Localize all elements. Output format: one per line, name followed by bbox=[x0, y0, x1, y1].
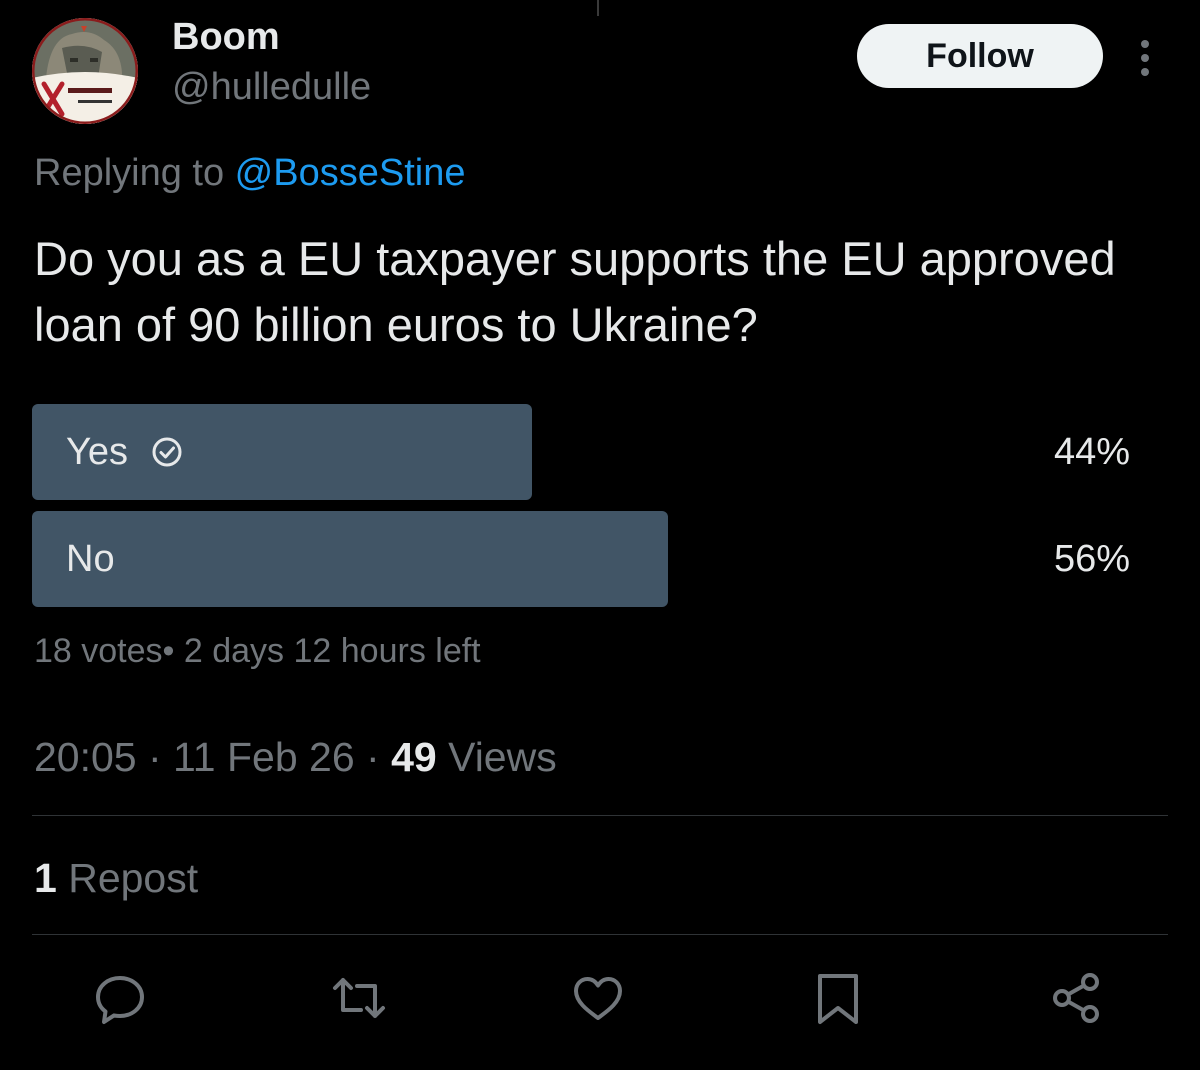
poll-bar-no bbox=[32, 511, 668, 607]
avatar[interactable] bbox=[32, 18, 138, 124]
avatar-image bbox=[32, 18, 138, 124]
repost-count: 1 bbox=[34, 855, 57, 901]
top-divider-tick bbox=[597, 0, 599, 16]
reply-icon bbox=[96, 976, 144, 1024]
replying-prefix: Replying to bbox=[34, 152, 235, 194]
separator-dot: · bbox=[354, 734, 392, 780]
views-label: Views bbox=[436, 734, 557, 780]
check-circle-icon bbox=[152, 437, 182, 467]
poll-meta: 18 votes• 2 days 12 hours left bbox=[34, 632, 481, 670]
repost-label: Repost bbox=[56, 855, 199, 901]
tweet-time[interactable]: 20:05 bbox=[34, 734, 137, 780]
retweet-button[interactable] bbox=[331, 970, 387, 1026]
tweet-date[interactable]: 11 Feb 26 bbox=[173, 734, 355, 780]
poll-option-label: Yes bbox=[66, 431, 128, 473]
share-icon bbox=[1053, 973, 1099, 1023]
repost-count-link[interactable]: 1 Repost bbox=[34, 855, 198, 902]
poll-percent: 44% bbox=[1053, 431, 1130, 473]
separator-dot: · bbox=[136, 734, 174, 780]
poll-percent: 56% bbox=[1053, 538, 1130, 580]
reply-mention-link[interactable]: @BosseStine bbox=[235, 152, 466, 194]
bookmark-button[interactable] bbox=[810, 970, 866, 1026]
reply-button[interactable] bbox=[92, 970, 148, 1026]
user-handle[interactable]: @hulledulle bbox=[172, 66, 371, 109]
retweet-icon bbox=[333, 978, 385, 1018]
bookmark-icon bbox=[818, 974, 858, 1024]
follow-button[interactable]: Follow bbox=[857, 24, 1103, 88]
divider bbox=[32, 934, 1168, 935]
poll-option-yes: Yes 44% bbox=[32, 404, 1168, 500]
tweet-timestamp: 20:05 · 11 Feb 26 · 49 Views bbox=[34, 734, 557, 781]
like-icon bbox=[574, 977, 622, 1020]
more-vertical-icon[interactable] bbox=[1132, 38, 1158, 78]
divider bbox=[32, 815, 1168, 816]
tweet-header: Boom @hulledulle Follow bbox=[32, 16, 1168, 128]
views-count: 49 bbox=[391, 734, 437, 780]
share-button[interactable] bbox=[1048, 970, 1104, 1026]
poll-option-no: No 56% bbox=[32, 511, 1168, 607]
replying-to-line: Replying to @BosseStine bbox=[34, 152, 465, 195]
display-name[interactable]: Boom bbox=[172, 16, 280, 59]
tweet-text: Do you as a EU taxpayer supports the EU … bbox=[34, 232, 1116, 351]
like-button[interactable] bbox=[570, 970, 626, 1026]
poll-option-label: No bbox=[66, 538, 115, 580]
